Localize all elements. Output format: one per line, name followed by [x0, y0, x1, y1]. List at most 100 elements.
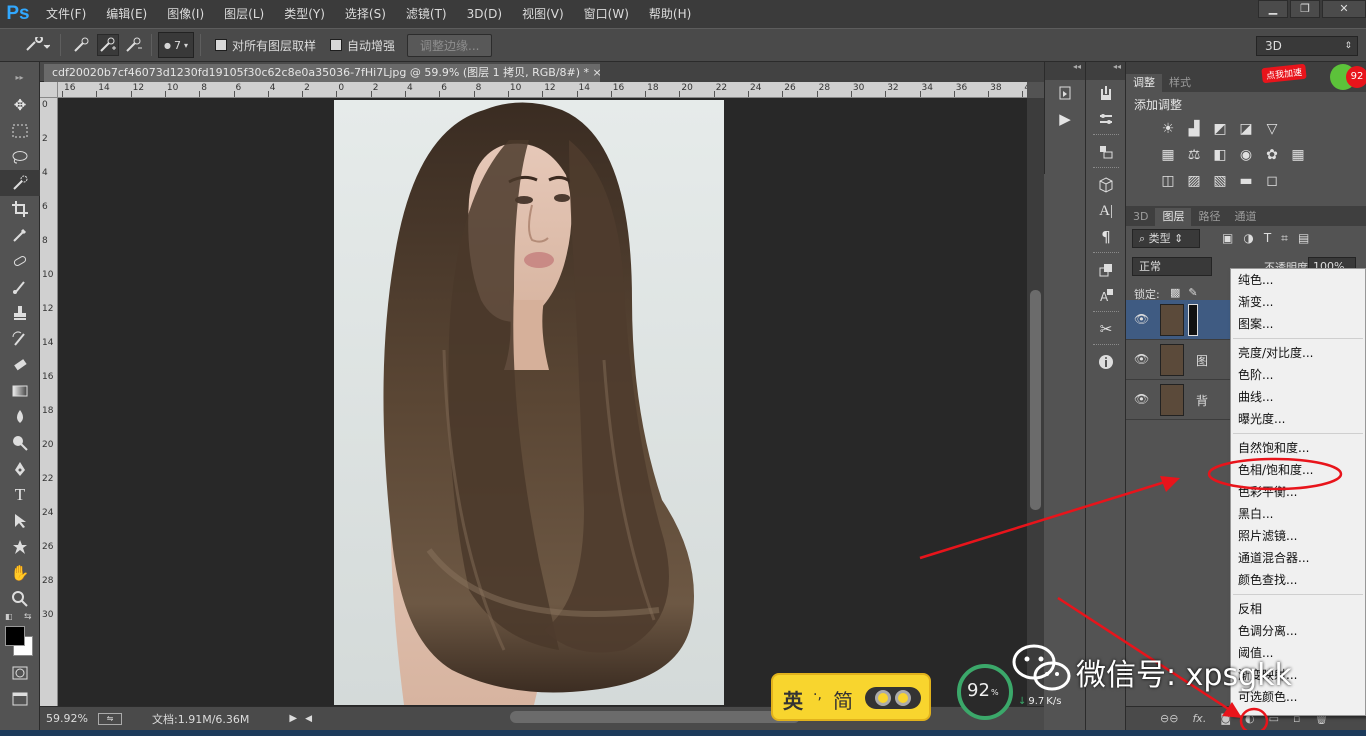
tab-paths[interactable]: 路径 — [1191, 208, 1227, 226]
blend-mode-select[interactable]: 正常 — [1132, 257, 1212, 276]
layer-name[interactable]: 背 — [1196, 392, 1208, 409]
ime-toolbar[interactable]: 英 ·, 简 — [771, 673, 931, 721]
layer-filter-select[interactable]: ⌕ 类型 ⇕ — [1132, 229, 1200, 248]
refine-edge-button[interactable]: 调整边缘... — [407, 33, 493, 57]
foreground-color[interactable] — [5, 626, 25, 646]
layer-thumbnail[interactable] — [1160, 304, 1184, 336]
context-menu-item[interactable]: 图案... — [1231, 313, 1365, 335]
vertical-scroll-thumb[interactable] — [1030, 290, 1041, 510]
dodge-tool-icon[interactable] — [0, 430, 40, 456]
context-menu-item[interactable]: 通道混合器... — [1231, 547, 1365, 569]
channel-mixer-icon[interactable]: ✿ — [1262, 147, 1282, 165]
add-to-selection-icon[interactable] — [97, 34, 119, 56]
path-selection-tool-icon[interactable] — [0, 508, 40, 534]
zoom-level[interactable]: 59.92% — [46, 712, 94, 725]
dock-collapse-icon[interactable]: ◂◂ — [1086, 62, 1125, 80]
horizontal-scroll-thumb[interactable] — [510, 711, 800, 723]
default-colors-icon[interactable]: ◧ — [5, 612, 13, 621]
layer-name[interactable]: 图 — [1196, 352, 1208, 369]
move-tool-icon[interactable]: ✥ — [0, 92, 40, 118]
context-menu-item[interactable]: 亮度/对比度... — [1231, 342, 1365, 364]
tab-styles[interactable]: 样式 — [1162, 74, 1198, 92]
minimize-button[interactable]: ▁ — [1258, 0, 1288, 18]
invert-icon[interactable]: ◫ — [1158, 173, 1178, 191]
sample-all-layers-checkbox[interactable]: 对所有图层取样 — [215, 37, 316, 54]
character-icon[interactable]: A| — [1086, 198, 1126, 224]
dock-collapse-icon[interactable]: ◂◂ — [1045, 62, 1085, 80]
ime-punctuation[interactable]: ·, — [813, 687, 822, 703]
horizontal-ruler[interactable]: 16 14 12 10 8 6 4 2 0 2 4 6 8 10 12 14 16 18 20 22 24 26 28 30 3… — [58, 82, 1027, 98]
filter-shape-icon[interactable]: ⌗ — [1281, 231, 1288, 246]
context-menu-item[interactable]: 色阶... — [1231, 364, 1365, 386]
tab-adjustments[interactable]: 调整 — [1126, 74, 1162, 92]
menu-item[interactable]: 3D(D) — [457, 0, 512, 28]
vibrance-icon[interactable]: ▽ — [1262, 121, 1282, 139]
layer-mask-thumbnail[interactable] — [1188, 304, 1198, 336]
tab-layers[interactable]: 图层 — [1155, 208, 1192, 226]
tool-preset-picker[interactable] — [20, 34, 54, 56]
tab-channels[interactable]: 通道 — [1227, 208, 1263, 226]
hand-tool-icon[interactable]: ✋ — [0, 560, 40, 586]
ruler-origin[interactable] — [40, 82, 58, 98]
brush-panel-icon[interactable] — [1086, 106, 1126, 132]
filter-adjustment-icon[interactable]: ◑ — [1243, 231, 1253, 246]
3d-icon[interactable] — [1086, 172, 1126, 198]
eraser-tool-icon[interactable] — [0, 352, 40, 378]
type-tool-icon[interactable]: T — [0, 482, 40, 508]
link-layers-icon[interactable]: ⊖⊖ — [1160, 712, 1178, 725]
zoom-tool-icon[interactable] — [0, 586, 40, 612]
eyedropper-tool-icon[interactable] — [0, 222, 40, 248]
marquee-tool-icon[interactable] — [0, 118, 40, 144]
context-menu-item[interactable]: 黑白... — [1231, 503, 1365, 525]
healing-brush-tool-icon[interactable] — [0, 248, 40, 274]
checkbox-box[interactable] — [330, 39, 343, 51]
history-icon[interactable] — [1045, 80, 1085, 106]
pen-tool-icon[interactable] — [0, 456, 40, 482]
swap-colors-icon[interactable]: ⇆ — [24, 612, 32, 622]
context-menu-item[interactable]: 照片滤镜... — [1231, 525, 1365, 547]
auto-enhance-checkbox[interactable]: 自动增强 — [330, 37, 395, 54]
lock-transparent-icon[interactable]: ▩ — [1170, 286, 1180, 299]
filter-type-icon[interactable]: T — [1264, 231, 1271, 246]
context-menu-item[interactable]: 色调分离... — [1231, 620, 1365, 642]
context-menu-item[interactable]: 反相 — [1231, 598, 1365, 620]
context-menu-item[interactable]: 色相/饱和度... — [1231, 459, 1365, 481]
document-image[interactable] — [334, 100, 724, 705]
lock-pixels-icon[interactable]: ✎ — [1188, 286, 1197, 299]
color-balance-icon[interactable]: ⚖ — [1184, 147, 1204, 165]
layer-thumbnail[interactable] — [1160, 344, 1184, 376]
color-swatches[interactable]: ◧ ⇆ — [0, 612, 39, 656]
layer-thumbnail[interactable] — [1160, 384, 1184, 416]
menu-item[interactable]: 帮助(H) — [639, 0, 701, 28]
menu-item[interactable]: 编辑(E) — [96, 0, 157, 28]
black-white-icon[interactable]: ◧ — [1210, 147, 1230, 165]
status-options-icon[interactable]: ⇋ — [98, 712, 122, 725]
layer-comps-icon[interactable] — [1086, 257, 1126, 283]
ime-mode[interactable]: 简 — [833, 685, 853, 714]
levels-icon[interactable]: ▟ — [1184, 121, 1204, 139]
screen-mode-icon[interactable] — [0, 686, 40, 712]
menu-item[interactable]: 图层(L) — [214, 0, 274, 28]
filter-smart-icon[interactable]: ▤ — [1298, 231, 1309, 246]
context-menu-item[interactable]: 自然饱和度... — [1231, 437, 1365, 459]
brush-tool-icon[interactable] — [0, 274, 40, 300]
brush-size-picker[interactable]: ● 7 ▾ — [158, 32, 194, 58]
menu-item[interactable]: 滤镜(T) — [396, 0, 457, 28]
paragraph-icon[interactable]: ¶ — [1086, 224, 1126, 250]
blur-tool-icon[interactable] — [0, 404, 40, 430]
scroll-left-icon[interactable]: ◀ — [305, 714, 312, 724]
color-lookup-icon[interactable]: ▦ — [1288, 147, 1308, 165]
context-menu-item[interactable]: 颜色查找... — [1231, 569, 1365, 591]
threshold-icon[interactable]: ▧ — [1210, 173, 1230, 191]
lasso-tool-icon[interactable] — [0, 144, 40, 170]
info-icon[interactable] — [1086, 349, 1126, 375]
quick-mask-icon[interactable] — [0, 660, 40, 686]
document-tab[interactable]: cdf20020b7cf46073d1230fd19105f30c62c8e0a… — [44, 64, 610, 82]
actions-play-icon[interactable]: ▶ — [1045, 106, 1085, 132]
clone-source-icon[interactable] — [1086, 139, 1126, 165]
selective-color-icon[interactable]: ◻ — [1262, 173, 1282, 191]
photo-filter-icon[interactable]: ◉ — [1236, 147, 1256, 165]
accelerator-badge[interactable]: 点我加速 92 — [1258, 60, 1366, 106]
curves-icon[interactable]: ◩ — [1210, 121, 1230, 139]
restore-button[interactable]: ❐ — [1290, 0, 1320, 18]
